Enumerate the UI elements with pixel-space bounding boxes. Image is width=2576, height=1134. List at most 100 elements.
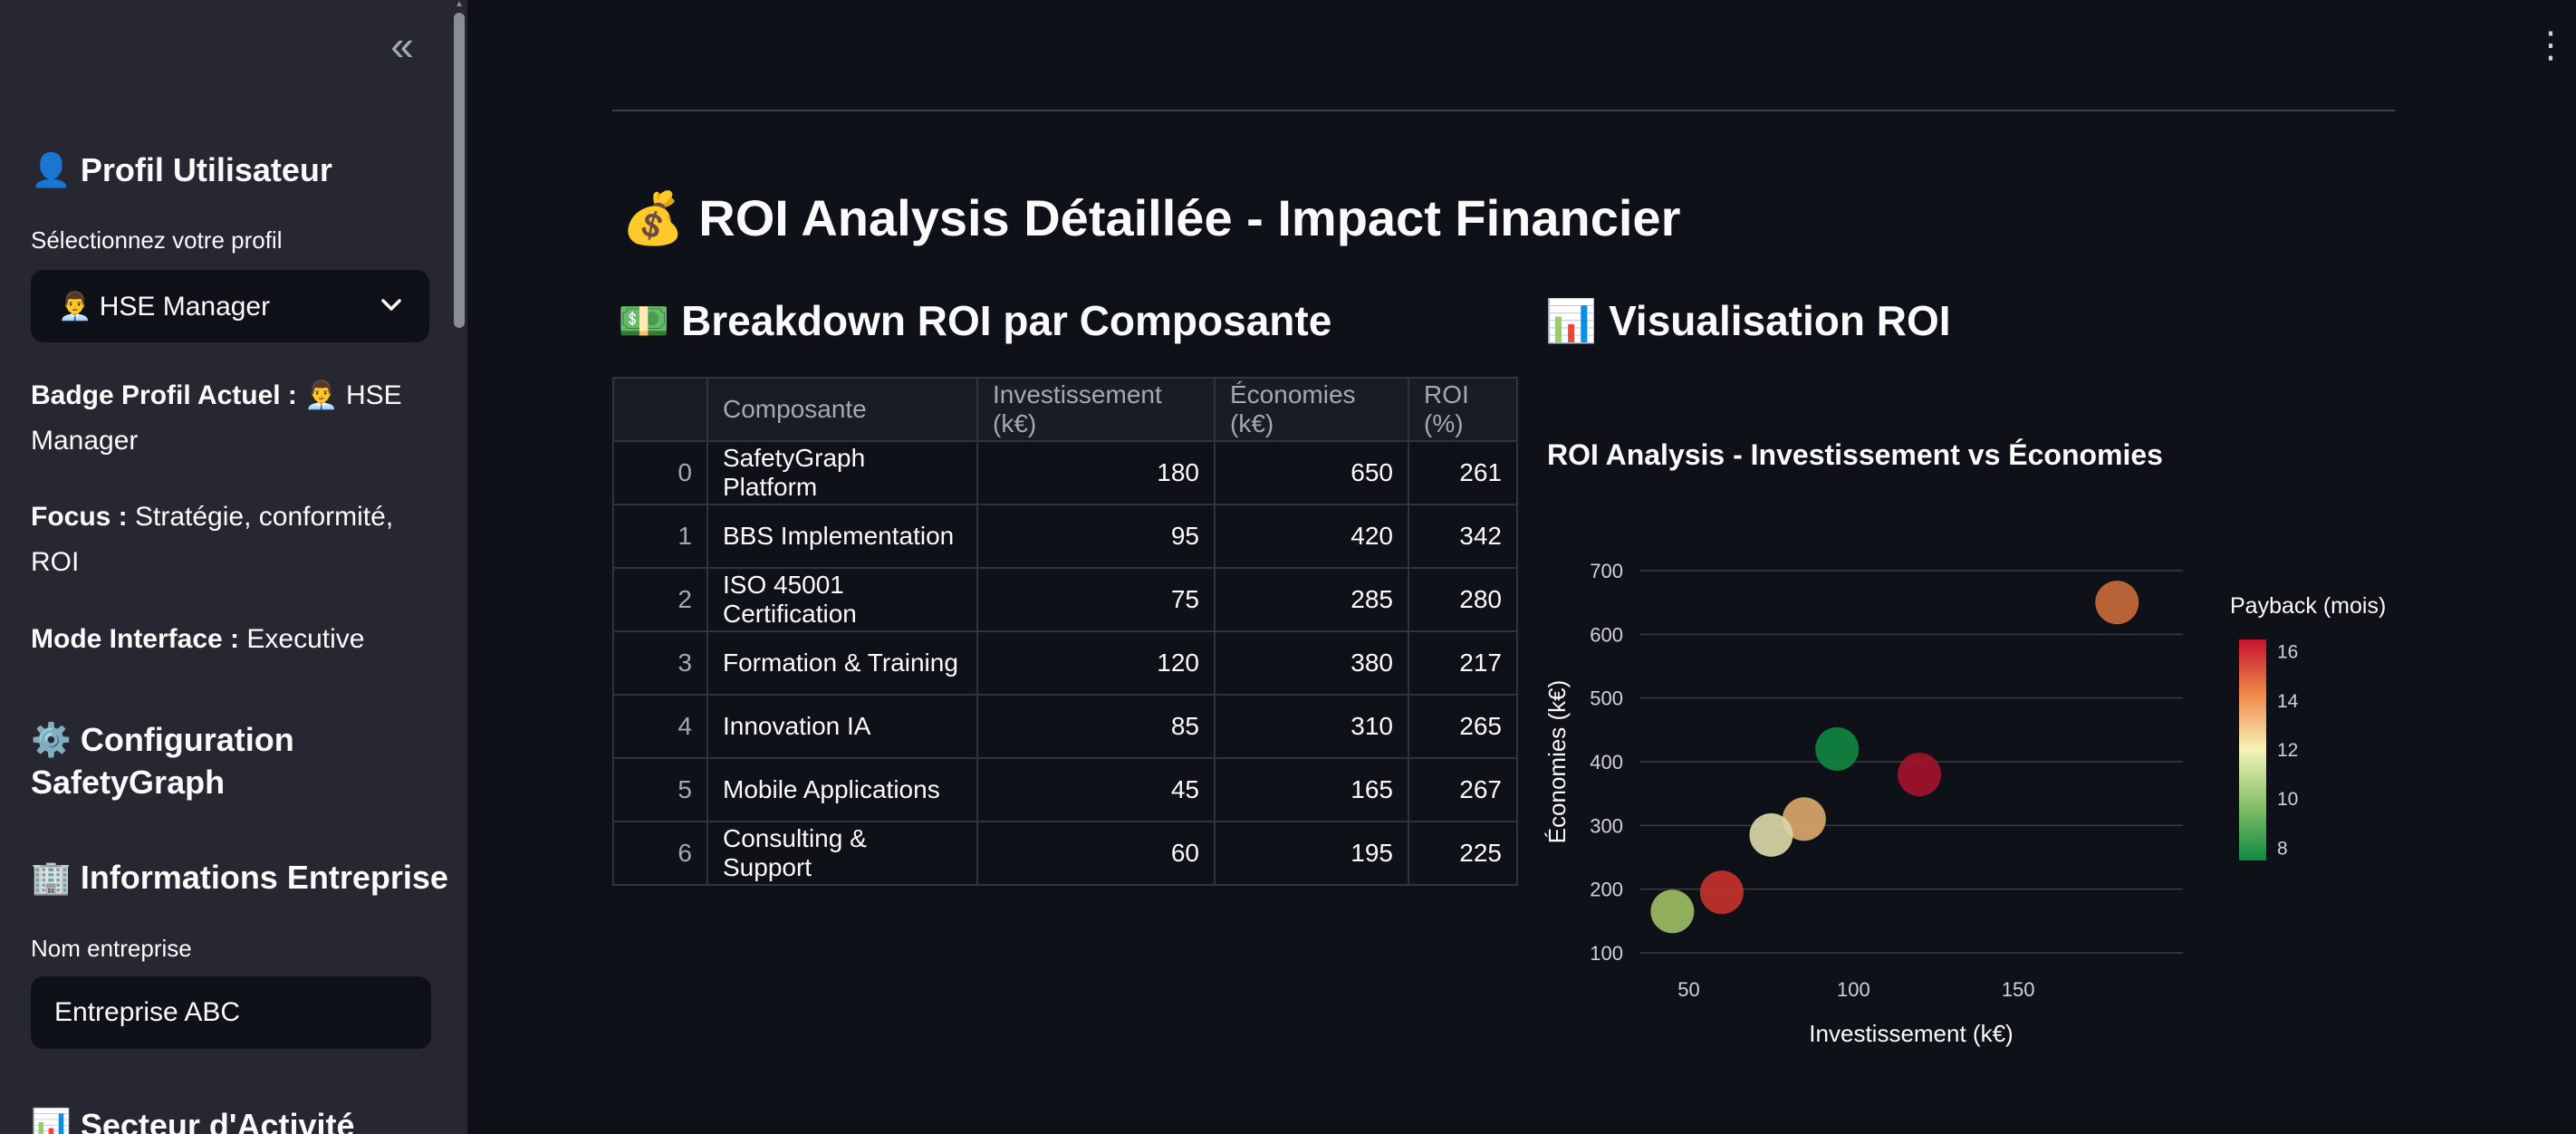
cell-economies[interactable]: 310 <box>1214 694 1409 759</box>
y-tick-label: 600 <box>1590 623 1623 646</box>
colorbar-tick-label: 14 <box>2277 691 2299 712</box>
cell-investissement[interactable]: 95 <box>976 504 1216 569</box>
cell-index[interactable]: 4 <box>612 694 708 759</box>
company-name-label: Nom entreprise <box>31 935 192 962</box>
cell-investissement[interactable]: 45 <box>976 757 1216 822</box>
cell-composante[interactable]: BBS Implementation <box>706 504 978 569</box>
cell-economies[interactable]: 195 <box>1214 821 1409 886</box>
y-tick-label: 400 <box>1590 751 1623 774</box>
cell-investissement[interactable]: 85 <box>976 694 1216 759</box>
company-name-input[interactable]: Entreprise ABC <box>31 976 431 1049</box>
cell-economies[interactable]: 165 <box>1214 757 1409 822</box>
x-tick-label: 50 <box>1677 978 1699 1001</box>
profile-heading-text: Profil Utilisateur <box>80 151 332 188</box>
cell-investissement[interactable]: 75 <box>976 567 1216 632</box>
y-tick-label: 700 <box>1590 560 1623 582</box>
column-header-composante[interactable]: Composante <box>706 377 978 442</box>
breakdown-heading-text: Breakdown ROI par Composante <box>681 297 1332 344</box>
colorbar <box>2239 639 2266 860</box>
cell-composante[interactable]: Formation & Training <box>706 630 978 696</box>
cell-roi[interactable]: 217 <box>1408 630 1518 696</box>
roi-table[interactable]: Composante Investissement (k€) Économies… <box>612 377 1518 886</box>
roi-scatter-chart[interactable]: 100 200 300 400 500 600 700 50 100 150 Investissem… <box>1540 507 2446 1069</box>
cell-index[interactable]: 1 <box>612 504 708 569</box>
table-row: 4 Innovation IA 85 310 265 <box>612 694 1518 759</box>
company-heading-text: Informations Entreprise <box>80 859 448 896</box>
breakdown-heading: 💵 Breakdown ROI par Composante <box>618 294 1331 347</box>
data-point[interactable] <box>1749 812 1793 857</box>
cell-roi[interactable]: 342 <box>1408 504 1518 569</box>
column-header-economies[interactable]: Économies (k€) <box>1214 377 1409 442</box>
cell-roi[interactable]: 261 <box>1408 440 1518 505</box>
page-title-text: ROI Analysis Détaillée - Impact Financie… <box>698 189 1681 246</box>
column-header-index[interactable] <box>612 377 708 442</box>
colorbar-tick-label: 16 <box>2277 642 2298 663</box>
mode-info: Mode Interface : Executive <box>31 617 429 662</box>
cell-index[interactable]: 2 <box>612 567 708 632</box>
cell-roi[interactable]: 265 <box>1408 694 1518 759</box>
mode-label: Mode Interface : <box>31 624 240 654</box>
scroll-up-icon[interactable]: ▲ <box>453 0 466 9</box>
cell-composante[interactable]: Mobile Applications <box>706 757 978 822</box>
data-point[interactable] <box>1650 889 1695 934</box>
data-point[interactable] <box>1898 753 1942 797</box>
collapse-sidebar-icon[interactable]: « <box>380 24 424 69</box>
data-point[interactable] <box>2095 581 2139 625</box>
data-point[interactable] <box>1815 726 1860 771</box>
cell-economies[interactable]: 380 <box>1214 630 1409 696</box>
cell-economies[interactable]: 420 <box>1214 504 1409 569</box>
cell-index[interactable]: 0 <box>612 440 708 505</box>
chart-icon: 📊 <box>31 1108 72 1134</box>
table-header-row: Composante Investissement (k€) Économies… <box>612 377 1518 442</box>
table-row: 1 BBS Implementation 95 420 342 <box>612 504 1518 569</box>
y-tick-label: 300 <box>1590 814 1623 837</box>
sector-heading: 📊 Secteur d'Activité <box>31 1105 355 1134</box>
cell-index[interactable]: 3 <box>612 630 708 696</box>
y-tick-label: 100 <box>1590 942 1623 965</box>
cell-investissement[interactable]: 120 <box>976 630 1216 696</box>
profile-select[interactable]: 👨‍💼 HSE Manager <box>31 270 429 342</box>
building-icon: 🏢 <box>31 860 72 897</box>
profile-select-value: 👨‍💼 HSE Manager <box>58 291 271 322</box>
sidebar: « ▲ 👤 Profil Utilisateur Sélectionnez vot… <box>0 0 467 1134</box>
chart-title: ROI Analysis - Investissement vs Économi… <box>1547 438 2163 471</box>
column-header-roi[interactable]: ROI (%) <box>1408 377 1518 442</box>
cell-composante[interactable]: Innovation IA <box>706 694 978 759</box>
mode-value: Executive <box>246 624 365 654</box>
badge-label: Badge Profil Actuel : <box>31 380 297 410</box>
colorbar-title: Payback (mois) <box>2230 593 2386 619</box>
colorbar-tick-label: 8 <box>2277 838 2288 859</box>
colorbar-tick-label: 12 <box>2277 740 2298 761</box>
cell-roi[interactable]: 280 <box>1408 567 1518 632</box>
column-header-investissement[interactable]: Investissement (k€) <box>976 377 1216 442</box>
cell-composante[interactable]: ISO 45001 Certification <box>706 567 978 632</box>
sidebar-scrollbar-thumb[interactable] <box>454 13 465 328</box>
company-heading: 🏢 Informations Entreprise <box>31 857 448 899</box>
cell-economies[interactable]: 285 <box>1214 567 1409 632</box>
x-tick-label: 150 <box>2002 978 2035 1001</box>
y-tick-label: 200 <box>1590 879 1623 901</box>
cell-investissement[interactable]: 180 <box>976 440 1216 505</box>
banknote-icon: 💵 <box>618 296 670 345</box>
colorbar-tick-label: 10 <box>2277 789 2298 810</box>
x-axis-label: Investissement (k€) <box>1809 1020 2013 1047</box>
viz-heading-text: Visualisation ROI <box>1609 297 1951 344</box>
table-row: 3 Formation & Training 120 380 217 <box>612 630 1518 696</box>
sector-heading-text: Secteur d'Activité <box>80 1107 355 1134</box>
y-tick-label: 500 <box>1590 687 1623 710</box>
cell-investissement[interactable]: 60 <box>976 821 1216 886</box>
cell-composante[interactable]: SafetyGraph Platform <box>706 440 978 505</box>
gear-icon: ⚙️ <box>31 722 72 759</box>
table-row: 5 Mobile Applications 45 165 267 <box>612 757 1518 822</box>
cell-composante[interactable]: Consulting & Support <box>706 821 978 886</box>
cell-roi[interactable]: 267 <box>1408 757 1518 822</box>
viz-heading: 📊 Visualisation ROI <box>1545 294 1951 347</box>
data-point[interactable] <box>1699 870 1744 915</box>
cell-index[interactable]: 5 <box>612 757 708 822</box>
y-axis-label: Économies (k€) <box>1543 680 1571 844</box>
cell-roi[interactable]: 225 <box>1408 821 1518 886</box>
main-menu-icon[interactable]: ⋮ <box>2533 27 2569 67</box>
cell-index[interactable]: 6 <box>612 821 708 886</box>
badge-profile: Badge Profil Actuel : 👨‍💼 HSE Manager <box>31 373 429 464</box>
cell-economies[interactable]: 650 <box>1214 440 1409 505</box>
